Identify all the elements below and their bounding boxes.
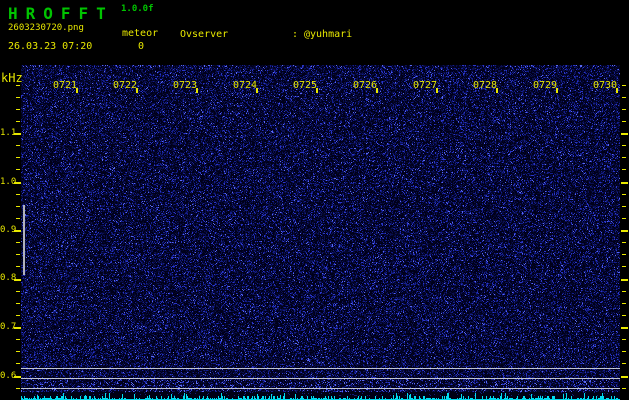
axis-tick <box>622 388 626 389</box>
carrier-reference-line <box>21 368 620 369</box>
meteor-counter-label: meteor <box>122 28 159 39</box>
axis-tick <box>16 206 20 207</box>
axis-tick <box>622 194 626 195</box>
axis-tick <box>16 363 20 364</box>
freq-axis-unit: kHz <box>1 71 23 85</box>
axis-tick <box>616 88 618 93</box>
axis-tick <box>621 230 628 232</box>
axis-tick <box>16 218 20 219</box>
axis-tick <box>16 315 20 316</box>
time-axis-label: 0729 <box>532 80 558 91</box>
axis-tick <box>436 88 438 93</box>
hrofft-screen: HROFFT 1.0.0f 2603230720.png 26.03.23 07… <box>0 0 629 400</box>
axis-tick <box>16 97 20 98</box>
date-time: 26.03.23 07:20 <box>8 41 93 52</box>
axis-tick <box>622 339 626 340</box>
carrier-reference-line <box>21 378 620 379</box>
axis-tick <box>622 254 626 255</box>
detection-band-marker <box>23 205 25 275</box>
axis-tick <box>622 291 626 292</box>
axis-tick <box>14 133 21 135</box>
axis-tick <box>622 157 626 158</box>
axis-tick <box>622 121 626 122</box>
time-axis-label: 0725 <box>292 80 318 91</box>
axis-tick <box>16 194 20 195</box>
axis-tick <box>16 351 20 352</box>
axis-tick <box>196 88 198 93</box>
axis-tick <box>16 85 20 86</box>
axis-tick <box>16 242 20 243</box>
axis-tick <box>14 230 21 232</box>
axis-tick <box>376 88 378 93</box>
axis-tick <box>16 266 20 267</box>
axis-tick <box>622 85 626 86</box>
time-axis-label: 0724 <box>232 80 258 91</box>
info-row-observer: Ovserver : @yuhmari <box>180 28 551 41</box>
axis-tick <box>14 376 21 378</box>
meteor-counter-value: 0 <box>138 41 145 52</box>
axis-tick <box>14 182 21 184</box>
axis-tick <box>496 88 498 93</box>
axis-tick <box>136 88 138 93</box>
time-axis-label: 0726 <box>352 80 378 91</box>
axis-tick <box>14 327 21 329</box>
axis-tick <box>256 88 258 93</box>
axis-tick <box>622 266 626 267</box>
axis-tick <box>621 279 628 281</box>
axis-tick <box>622 242 626 243</box>
signal-strip-canvas <box>21 392 620 400</box>
time-axis-label: 0722 <box>112 80 138 91</box>
axis-tick <box>621 327 628 329</box>
axis-tick <box>16 145 20 146</box>
time-axis-label: 0723 <box>172 80 198 91</box>
spectrogram-canvas <box>21 65 620 392</box>
app-title: HROFFT <box>8 4 114 23</box>
axis-tick <box>622 97 626 98</box>
info-value: @yuhmari <box>304 29 353 40</box>
axis-tick <box>622 315 626 316</box>
axis-tick <box>16 109 20 110</box>
output-filename: 2603230720.png <box>8 23 84 33</box>
axis-tick <box>622 351 626 352</box>
axis-tick <box>316 88 318 93</box>
axis-tick <box>16 388 20 389</box>
axis-tick <box>16 157 20 158</box>
axis-tick <box>16 121 20 122</box>
axis-tick <box>622 206 626 207</box>
axis-tick <box>622 109 626 110</box>
axis-tick <box>76 88 78 93</box>
time-axis-label: 0728 <box>472 80 498 91</box>
time-axis-label: 0727 <box>412 80 438 91</box>
axis-tick <box>556 88 558 93</box>
time-axis-label: 0721 <box>52 80 78 91</box>
axis-tick <box>622 363 626 364</box>
app-version: 1.0.0f <box>121 4 154 14</box>
axis-tick <box>16 291 20 292</box>
carrier-reference-line <box>21 388 620 389</box>
info-label: Ovserver <box>180 29 229 40</box>
axis-tick <box>622 303 626 304</box>
axis-tick <box>622 218 626 219</box>
axis-tick <box>621 376 628 378</box>
time-axis-label: 0730 <box>592 80 618 91</box>
axis-tick <box>621 182 628 184</box>
axis-tick <box>16 303 20 304</box>
freq-axis-label: 0.8 <box>0 273 17 283</box>
axis-tick <box>622 145 626 146</box>
axis-tick <box>16 169 20 170</box>
axis-tick <box>622 169 626 170</box>
axis-tick <box>14 279 21 281</box>
info-separator: : <box>292 29 299 40</box>
axis-tick <box>16 339 20 340</box>
axis-tick <box>16 254 20 255</box>
axis-tick <box>621 133 628 135</box>
